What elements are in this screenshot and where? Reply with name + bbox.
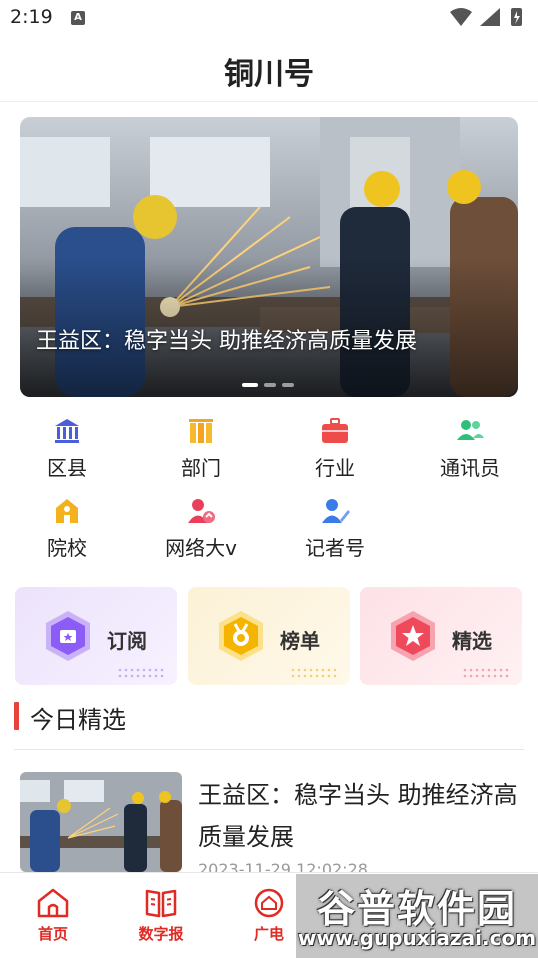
- grid-item-reporter[interactable]: 记者号: [280, 496, 390, 572]
- grid-item-district[interactable]: 区县: [12, 416, 122, 492]
- news-title: 王益区：稳字当头 助推经济高质量发展: [198, 781, 518, 851]
- briefcase-icon: [322, 418, 348, 443]
- feature-card-selected[interactable]: 精选: [360, 587, 522, 685]
- carousel-dot-active[interactable]: [242, 383, 258, 387]
- news-list-item[interactable]: 王益区：稳字当头 助推经济高质量发展 2023-11-29 12:02:28: [20, 772, 520, 879]
- government-building-icon: [55, 419, 79, 443]
- watermark-url: www.gupuxiazai.com: [297, 926, 537, 950]
- grid-item-school[interactable]: 院校: [12, 496, 122, 572]
- feature-card-subscribe[interactable]: 订阅: [15, 587, 177, 685]
- status-icons: [450, 8, 522, 26]
- carousel-dot[interactable]: [264, 383, 276, 387]
- title-bar: 铜川号: [0, 36, 538, 102]
- watermark-text: 谷普软件园: [316, 887, 517, 931]
- grid-label: 院校: [47, 536, 87, 560]
- grid-label: 网络大v: [165, 536, 237, 560]
- subscribe-badge-icon: [46, 611, 90, 661]
- section-accent-bar: [14, 702, 19, 730]
- grid-label: 记者号: [305, 536, 365, 560]
- school-icon: [56, 499, 78, 523]
- page-title: 铜川号: [224, 57, 314, 92]
- decor-dots: [291, 668, 337, 678]
- influencer-icon: [188, 499, 215, 523]
- grid-item-correspondent[interactable]: 通讯员: [415, 416, 525, 492]
- grid-label: 行业: [315, 456, 355, 480]
- news-thumbnail: [20, 772, 182, 872]
- feature-card-ranking[interactable]: 榜单: [188, 587, 350, 685]
- carousel-dot[interactable]: [282, 383, 294, 387]
- banner-caption: 王益区：稳字当头 助推经济高质量发展: [36, 329, 417, 354]
- decor-dots: [463, 668, 509, 678]
- section-header: 今日精选: [14, 700, 524, 750]
- feature-label: 精选: [452, 629, 492, 653]
- watermark: 谷普软件园 www.gupuxiazai.com: [296, 874, 538, 958]
- status-bar: 2:19 A: [0, 0, 538, 36]
- tab-label: 数字报: [138, 925, 184, 943]
- tab-newspaper[interactable]: 数字报: [116, 887, 206, 944]
- notification-icon: A: [71, 11, 85, 25]
- banner-image: [20, 117, 518, 397]
- banner-carousel[interactable]: 王益区：稳字当头 助推经济高质量发展: [20, 117, 518, 397]
- users-icon: [457, 420, 484, 440]
- feature-label: 订阅: [107, 629, 147, 653]
- section-title: 今日精选: [30, 706, 126, 734]
- grid-label: 区县: [47, 456, 87, 480]
- tab-label: 首页: [37, 925, 68, 943]
- grid-label: 部门: [181, 456, 221, 480]
- grid-item-influencer[interactable]: 网络大v: [146, 496, 256, 572]
- signal-icon: [480, 8, 500, 26]
- wifi-icon: [450, 8, 472, 26]
- home-icon: [37, 888, 69, 918]
- tab-home[interactable]: 首页: [8, 887, 98, 944]
- reporter-icon: [322, 499, 350, 523]
- carousel-indicator: [242, 383, 302, 389]
- feature-label: 榜单: [280, 629, 320, 653]
- grid-item-department[interactable]: 部门: [146, 416, 256, 492]
- columns-icon: [189, 419, 213, 443]
- broadcast-icon: [254, 888, 284, 918]
- star-badge-icon: [391, 611, 435, 661]
- status-time: 2:19: [10, 6, 53, 28]
- decor-dots: [118, 668, 164, 678]
- grid-label: 通讯员: [440, 456, 500, 480]
- grid-item-industry[interactable]: 行业: [280, 416, 390, 492]
- medal-badge-icon: [219, 611, 263, 661]
- newspaper-icon: [145, 889, 177, 918]
